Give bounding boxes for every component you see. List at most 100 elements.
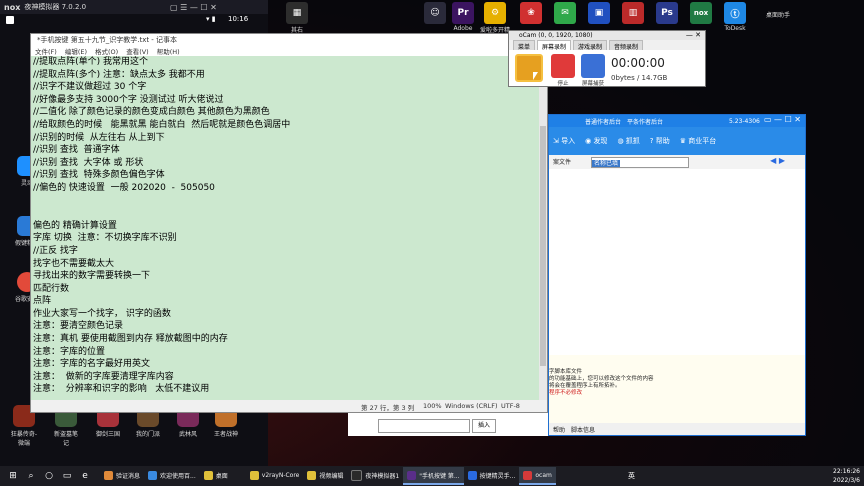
text-line: 注意：字库的名字最好用英文 [33,359,151,370]
taskbar-item-7[interactable]: "手机按键 第... [403,467,464,485]
desktop-icon-adobe[interactable]: Pr Adobe [448,2,478,32]
taskbar-item-6[interactable]: 夜神模拟器1 [347,467,403,485]
taskbar-item-8[interactable]: 按键精灵手... [464,467,520,485]
taskbar-item-6-label: 夜神模拟器1 [365,472,400,480]
bw-link-1[interactable]: 普通作者后台 [585,117,621,126]
desktop-icon-2-graphic: ☺ [424,2,446,24]
bw-discover-label: 发现 [593,137,608,145]
record-icon [515,54,543,82]
monitor-icon [581,54,605,78]
desktop-icon-6[interactable]: ✉ [550,2,580,25]
desktop-icon-1[interactable]: ▦ 其右 [282,2,312,34]
status-position: 第 27 行，第 3 列 [361,404,415,412]
bw-import-button[interactable]: ⇲ 导入 [553,136,575,146]
nox-icon: nox [690,2,712,24]
taskbar-item-2[interactable]: 欢迎使用百... [144,467,200,485]
desktop-icon-5-graphic: ❀ [520,2,542,24]
ocam-tab-menu[interactable]: 菜单 [513,40,536,51]
menu-edit[interactable]: 编辑(E) [65,46,87,56]
text-line: 匹配行数 [33,283,70,294]
taskbar-item-4-label: v2rayN-Core [261,471,300,479]
desktop-icon-5[interactable]: ❀ [516,2,546,25]
task-view-icon[interactable]: ▭ [58,467,76,485]
text-line: 注意：字库的位置 [33,346,106,357]
bw-import-label: 导入 [561,137,576,145]
desktop-icon-7-graphic: ▣ [588,2,610,24]
ocam-capture-button[interactable]: 屏幕捕获 [579,54,607,87]
dock-app-3-label: 御剑三国 [95,431,120,438]
text-line: //识别 查找 普通字体 [33,145,120,156]
ocam-tab-audio[interactable]: 音频录制 [609,40,644,51]
notepad-statusbar: 第 27 行，第 3 列 100% Windows (CRLF) UTF-8 [31,400,547,412]
ocam-stop-button[interactable]: 停止 [549,54,577,87]
bw-business-label: 商业平台 [688,137,717,145]
bw-name-field[interactable]: 名称已填 [591,157,689,168]
bw-capture-button[interactable]: ◍ 抓抓 [617,136,639,146]
taskbar-item-4[interactable]: v2rayN-Core [246,467,304,485]
menu-view[interactable]: 查看(V) [126,46,149,56]
taskbar-item-5[interactable]: 视频编辑 [303,467,347,485]
taskbar-item-1[interactable]: 验证消息 [100,467,144,485]
menu-format[interactable]: 格式(O) [95,46,118,56]
text-line: 作业大家写一个找字， 识字的函数 [33,308,171,319]
taskbar-item-3-label: 桌面 [215,472,228,480]
taskbar: ⊞ ⌕ ○ ▭ e 验证消息 欢迎使用百... 桌面 v2rayN-Core 视… [0,466,864,486]
taskbar-item-3[interactable]: 桌面 [200,467,232,485]
bw-nav-arrows[interactable]: ◀ ▶ [770,156,785,165]
desktop-icon-2[interactable]: ☺ [420,2,450,25]
notepad-window: *手机按键 第五十九节_识字教学.txt - 记事本 — ☐ ✕ 文件(F) 编… [30,33,548,413]
status-zoom: 100% [423,402,442,410]
bw-window-controls[interactable]: ▭ — ☐ ✕ [764,115,801,124]
notepad-scrollbar[interactable] [539,56,547,400]
text-line: 偏色的 精确计算设置 [33,220,117,231]
text-line: //偏色的 快速设置 一般 202020 - 505050 [33,182,215,193]
desktop-helper[interactable]: 桌面助手 [758,10,798,19]
ocam-tab-screen[interactable]: 屏幕录制 [537,40,572,51]
button-wizard-window: 普通作者后台 平条作者后台 5.23-4306 ▭ — ☐ ✕ ⇲ 导入 ◉ 发… [548,114,806,436]
search-icon[interactable]: ⌕ [22,467,40,485]
ime-indicator[interactable]: 英 [628,471,635,481]
bw-tab-script-info[interactable]: 脚本信息 [571,425,595,434]
bw-titlebar: 普通作者后台 平条作者后台 5.23-4306 ▭ — ☐ ✕ [549,115,805,127]
bw-insert-button[interactable]: 插入 [472,419,496,433]
menu-help[interactable]: 帮助(H) [157,46,180,56]
ocam-tab-game[interactable]: 游戏录制 [573,40,608,51]
bw-editor-area[interactable] [549,169,805,355]
desktop-helper-label: 桌面助手 [765,12,790,19]
bw-help-button[interactable]: ? 帮助 [650,136,670,146]
desktop-icon-ps[interactable]: Ps [652,2,682,25]
desktop-icon-8[interactable]: ▥ [618,2,648,25]
taskbar-item-9[interactable]: ocam [519,467,556,485]
cortana-icon[interactable]: ○ [40,467,58,485]
ocam-stop-label: 停止 [557,81,569,87]
desktop-icon-7[interactable]: ▣ [584,2,614,25]
bw-business-button[interactable]: ♛ 商业平台 [680,136,717,146]
bw-discover-button[interactable]: ◉ 发现 [585,136,607,146]
bw-version: 5.23-4306 [729,117,760,125]
bw-insert-input[interactable] [378,419,470,433]
dock-app-5-label: 武林风 [178,431,197,438]
desktop-icon-todesk[interactable]: ⓣ ToDesk [720,2,750,32]
system-clock[interactable]: 22:16:26 2022/3/6 [833,467,860,485]
edge-icon[interactable]: e [76,467,94,485]
taskbar-item-2-icon [148,470,158,480]
notepad-scroll-thumb[interactable] [540,126,546,366]
ocam-window-controls[interactable]: — ✕ [686,31,701,39]
bw-tab-help[interactable]: 帮助 [553,425,565,434]
ocam-titlebar: oCam (0, 0, 1920, 1080) — ✕ [509,31,705,40]
emulator-statusbar: ▾ ▮ 10:16 [0,14,268,28]
menu-file[interactable]: 文件(F) [35,46,57,56]
taskbar-item-7-label: "手机按键 第... [419,472,460,480]
text-line [31,207,539,220]
notepad-text-area[interactable]: //提取点阵(单个) 我常用这个 //提取点阵(多个) 注意：缺点太多 我都不用… [31,56,539,400]
desktop-icon-nox[interactable]: nox [686,2,716,25]
desktop-icon-8-graphic: ▥ [622,2,644,24]
bw-message-4: 程序不必修改 [549,390,583,395]
emulator-window-controls[interactable]: ▢ ☰ — ☐ ✕ [170,3,217,12]
ocam-record-button[interactable] [515,54,543,83]
bw-link-2[interactable]: 平条作者后台 [627,117,663,126]
start-icon[interactable]: ⊞ [4,467,22,485]
ocam-file-size: 0bytes / 14.7GB [611,74,668,82]
bw-sub-label: 案文件 [553,159,572,166]
ocam-capture-label: 屏幕捕获 [581,81,604,87]
